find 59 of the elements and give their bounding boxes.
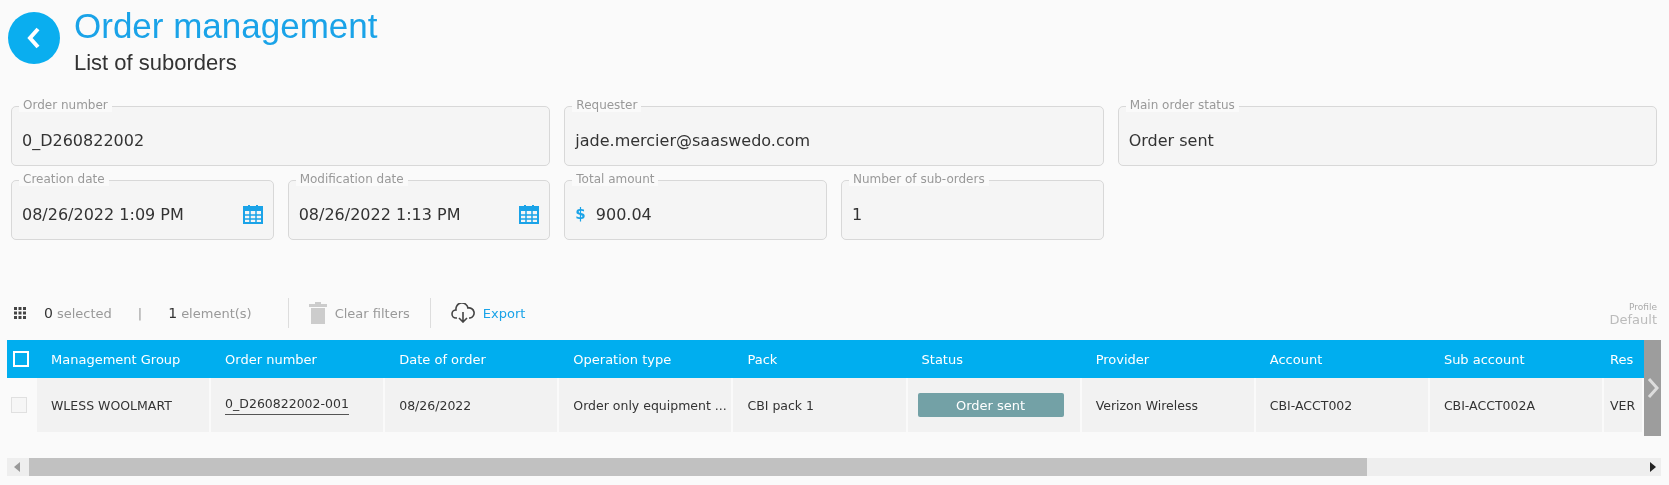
scroll-right-button[interactable] [1644, 340, 1661, 436]
profile-value[interactable]: Default [1609, 312, 1657, 327]
calendar-icon[interactable] [242, 204, 263, 224]
field-label: Modification date [295, 172, 408, 186]
field-value: Order sent [1128, 130, 1215, 150]
element-label: element(s) [181, 305, 252, 321]
field-value: 900.04 [595, 204, 653, 224]
back-button[interactable] [8, 12, 60, 64]
horizontal-scrollbar[interactable] [7, 458, 1661, 476]
table-cell: CBI pack 1 [733, 378, 906, 432]
back-icon [26, 27, 42, 49]
column-header[interactable]: Provider [1081, 351, 1256, 367]
table-cell: 08/26/2022 [385, 378, 558, 432]
table-cell: CBI-ACCT002A [1429, 378, 1602, 432]
export-button[interactable]: Export [450, 303, 526, 323]
column-header[interactable]: Res [1604, 351, 1644, 367]
field-label: Main order status [1125, 98, 1239, 112]
selected-count: 0 [44, 305, 53, 321]
scroll-right-icon[interactable] [1649, 462, 1657, 472]
field-value: 0_D260822002 [22, 130, 146, 150]
field-label: Order number [19, 98, 112, 112]
calendar-icon[interactable] [519, 204, 540, 224]
element-count: 1 [168, 305, 178, 321]
column-header[interactable]: Order number [211, 351, 386, 367]
chevron-right-icon [1646, 377, 1659, 399]
table-cell: VER [1604, 378, 1642, 432]
selected-label: selected [56, 305, 112, 321]
page-subtitle: List of suborders [74, 49, 238, 77]
cloud-download-icon [450, 303, 475, 323]
select-all-checkbox[interactable] [13, 351, 29, 367]
field-label: Creation date [19, 172, 109, 186]
field-label: Requester [572, 98, 642, 112]
field-label: Number of sub-orders [849, 172, 989, 186]
currency-symbol: $ [575, 205, 586, 223]
separator: | [137, 305, 143, 321]
column-header[interactable]: Pack [733, 351, 908, 367]
column-header[interactable]: Date of order [385, 351, 560, 367]
table-cell: Verizon Wireless [1081, 378, 1254, 432]
scrollbar-thumb[interactable] [29, 458, 1367, 476]
table-cell: WLESS WOOLMART [37, 378, 210, 432]
table-cell: Order only equipment ... [559, 378, 732, 432]
profile-label: Profile [1628, 302, 1657, 312]
page-title: Order management [74, 5, 378, 47]
column-header[interactable]: Account [1255, 351, 1430, 367]
status-badge: Order sent [917, 393, 1064, 417]
table-cell: CBI-ACCT002 [1255, 378, 1428, 432]
field-label: Total amount [572, 172, 659, 186]
column-header[interactable]: Sub account [1429, 351, 1604, 367]
grid-icon[interactable] [14, 307, 26, 319]
trash-icon [308, 302, 327, 324]
column-header[interactable]: Operation type [559, 351, 734, 367]
field-value: 1 [852, 204, 864, 224]
column-header[interactable]: Management Group [37, 351, 212, 367]
scroll-left-icon[interactable] [13, 462, 21, 472]
column-header[interactable]: Status [907, 351, 1082, 367]
field-value: 08/26/2022 1:09 PM [22, 204, 185, 224]
field-value: 08/26/2022 1:13 PM [298, 204, 462, 224]
field-value: jade.mercier@saaswedo.com [575, 130, 812, 150]
row-checkbox[interactable] [11, 397, 27, 413]
